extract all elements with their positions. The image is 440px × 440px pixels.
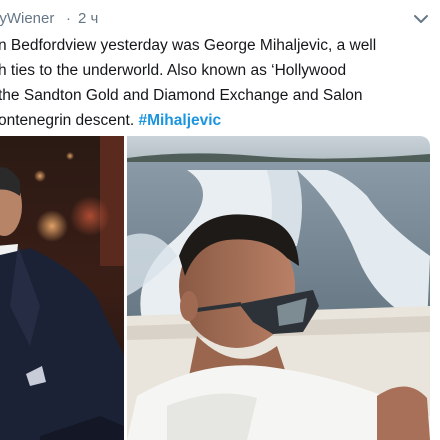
tweet-line: the Sandton Gold and Diamond Exchange an… [0,87,363,104]
chevron-down-icon[interactable] [410,8,432,30]
tweet-timestamp[interactable]: 2 ч [78,10,98,27]
photo-man-in-suit[interactable] [0,136,124,440]
hashtag-link[interactable]: #Mihaljevic [138,112,221,129]
tweet-line-text: ontenegrin descent. [0,112,135,129]
tweet-line: h ties to the underworld. Also known as … [0,62,347,79]
tweet-text: n Bedfordview yesterday was George Mihal… [0,33,440,133]
tweet-header: lyWiener · 2 ч [0,8,440,30]
tweet-line-last: ontenegrin descent. #Mihaljevic [0,108,440,133]
separator-dot: · [66,10,71,27]
author-name[interactable]: lyWiener [0,10,54,27]
photo-man-on-boat[interactable] [127,136,430,440]
tweet-line: n Bedfordview yesterday was George Mihal… [0,37,377,54]
media-gutter [430,136,440,440]
